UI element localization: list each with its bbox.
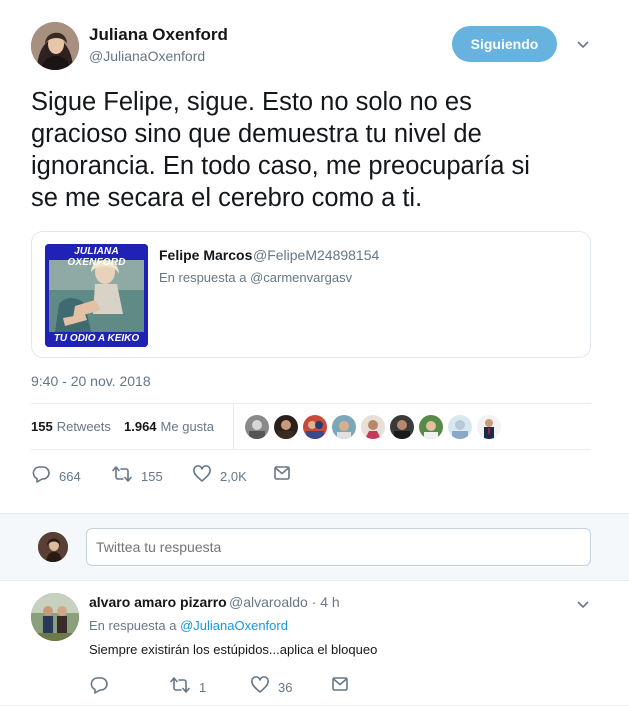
reply-author-name[interactable]: alvaro amaro pizarro: [89, 594, 227, 610]
reply-tweet: alvaro amaro pizarro @alvaroaldo · 4 h E…: [0, 581, 629, 706]
following-button[interactable]: Siguiendo: [452, 26, 557, 62]
retweets-stat-count: 155: [31, 419, 53, 434]
envelope-icon: [273, 464, 291, 487]
reply-action[interactable]: [89, 675, 109, 700]
like-action[interactable]: 2,0K: [192, 464, 247, 489]
reply-actions: 1 36: [89, 673, 589, 697]
retweet-count: 155: [141, 469, 163, 484]
envelope-icon: [331, 675, 349, 698]
author-handle[interactable]: @JulianaOxenford: [89, 48, 205, 64]
message-action[interactable]: [273, 464, 291, 487]
like-count: 36: [278, 680, 293, 695]
quoted-tweet-image[interactable]: JULIANA OXENFORD TU ODIO A KEIKO: [45, 244, 148, 347]
likes-stat-label: Me gusta: [160, 419, 215, 434]
message-action[interactable]: [331, 675, 349, 698]
reply-author-avatar[interactable]: [31, 593, 79, 641]
liker-avatar[interactable]: [361, 415, 385, 439]
quoted-author-handle[interactable]: @FelipeM24898154: [253, 247, 379, 263]
reply-icon: [31, 464, 51, 489]
liker-avatar[interactable]: [332, 415, 356, 439]
tweet-actions: 664 155 2,0K: [31, 462, 591, 486]
liker-avatar[interactable]: [390, 415, 414, 439]
quoted-tweet[interactable]: JULIANA OXENFORD TU ODIO A KEIKO Felipe …: [31, 231, 591, 358]
author-avatar[interactable]: [31, 22, 79, 70]
liker-avatar[interactable]: [274, 415, 298, 439]
retweet-action[interactable]: 155: [111, 464, 163, 489]
tweet-stats: 155 Retweets 1.964 Me gusta: [31, 403, 591, 450]
retweet-icon: [111, 464, 133, 489]
in-reply-handle-link[interactable]: @carmenvargasv: [250, 270, 352, 285]
reply-icon: [89, 675, 109, 700]
retweet-action[interactable]: 1: [169, 675, 206, 700]
quoted-author-name[interactable]: Felipe Marcos: [159, 247, 252, 263]
current-user-avatar[interactable]: [38, 532, 68, 562]
retweet-count: 1: [199, 680, 207, 695]
reply-text: Siempre existirán los estúpidos...aplica…: [89, 642, 378, 657]
in-reply-prefix: En respuesta a: [159, 270, 247, 285]
liker-avatar[interactable]: [245, 415, 269, 439]
reply-input[interactable]: [86, 528, 591, 566]
in-reply-prefix: En respuesta a: [89, 618, 177, 633]
author-name[interactable]: Juliana Oxenford: [89, 25, 228, 45]
main-tweet: Juliana Oxenford @JulianaOxenford Siguie…: [0, 0, 629, 513]
tweet-text: Sigue Felipe, sigue. Esto no solo no es …: [31, 88, 530, 212]
retweets-stat[interactable]: 155 Retweets: [31, 419, 111, 434]
reply-count: 664: [59, 469, 81, 484]
liker-avatar[interactable]: [477, 415, 501, 439]
heart-icon: [250, 675, 270, 700]
reply-author-handle[interactable]: @alvaroaldo · 4 h: [229, 594, 340, 610]
tweet-timestamp[interactable]: 9:40 - 20 nov. 2018: [31, 373, 151, 389]
quoted-image-top-text: JULIANA OXENFORD: [67, 246, 126, 268]
likes-stat-count: 1.964: [124, 419, 157, 434]
reply-in-reply-to: En respuesta a @JulianaOxenford: [89, 618, 288, 633]
quoted-image-bottom-text: TU ODIO A KEIKO: [53, 333, 140, 344]
likes-stat[interactable]: 1.964 Me gusta: [124, 419, 214, 434]
retweets-stat-label: Retweets: [56, 419, 111, 434]
in-reply-handle-link[interactable]: @JulianaOxenford: [180, 618, 288, 633]
stats-divider: [233, 404, 234, 450]
chevron-down-icon[interactable]: [575, 596, 591, 612]
retweet-icon: [169, 675, 191, 700]
heart-icon: [192, 464, 212, 489]
quoted-in-reply-to: En respuesta a @carmenvargasv: [159, 270, 352, 285]
liker-avatar[interactable]: [303, 415, 327, 439]
chevron-down-icon[interactable]: [575, 36, 591, 52]
reply-action[interactable]: 664: [31, 464, 81, 489]
liker-avatar[interactable]: [448, 415, 472, 439]
like-action[interactable]: 36: [250, 675, 292, 700]
like-count: 2,0K: [220, 469, 247, 484]
liker-avatar[interactable]: [419, 415, 443, 439]
reply-compose-area: [0, 513, 629, 581]
